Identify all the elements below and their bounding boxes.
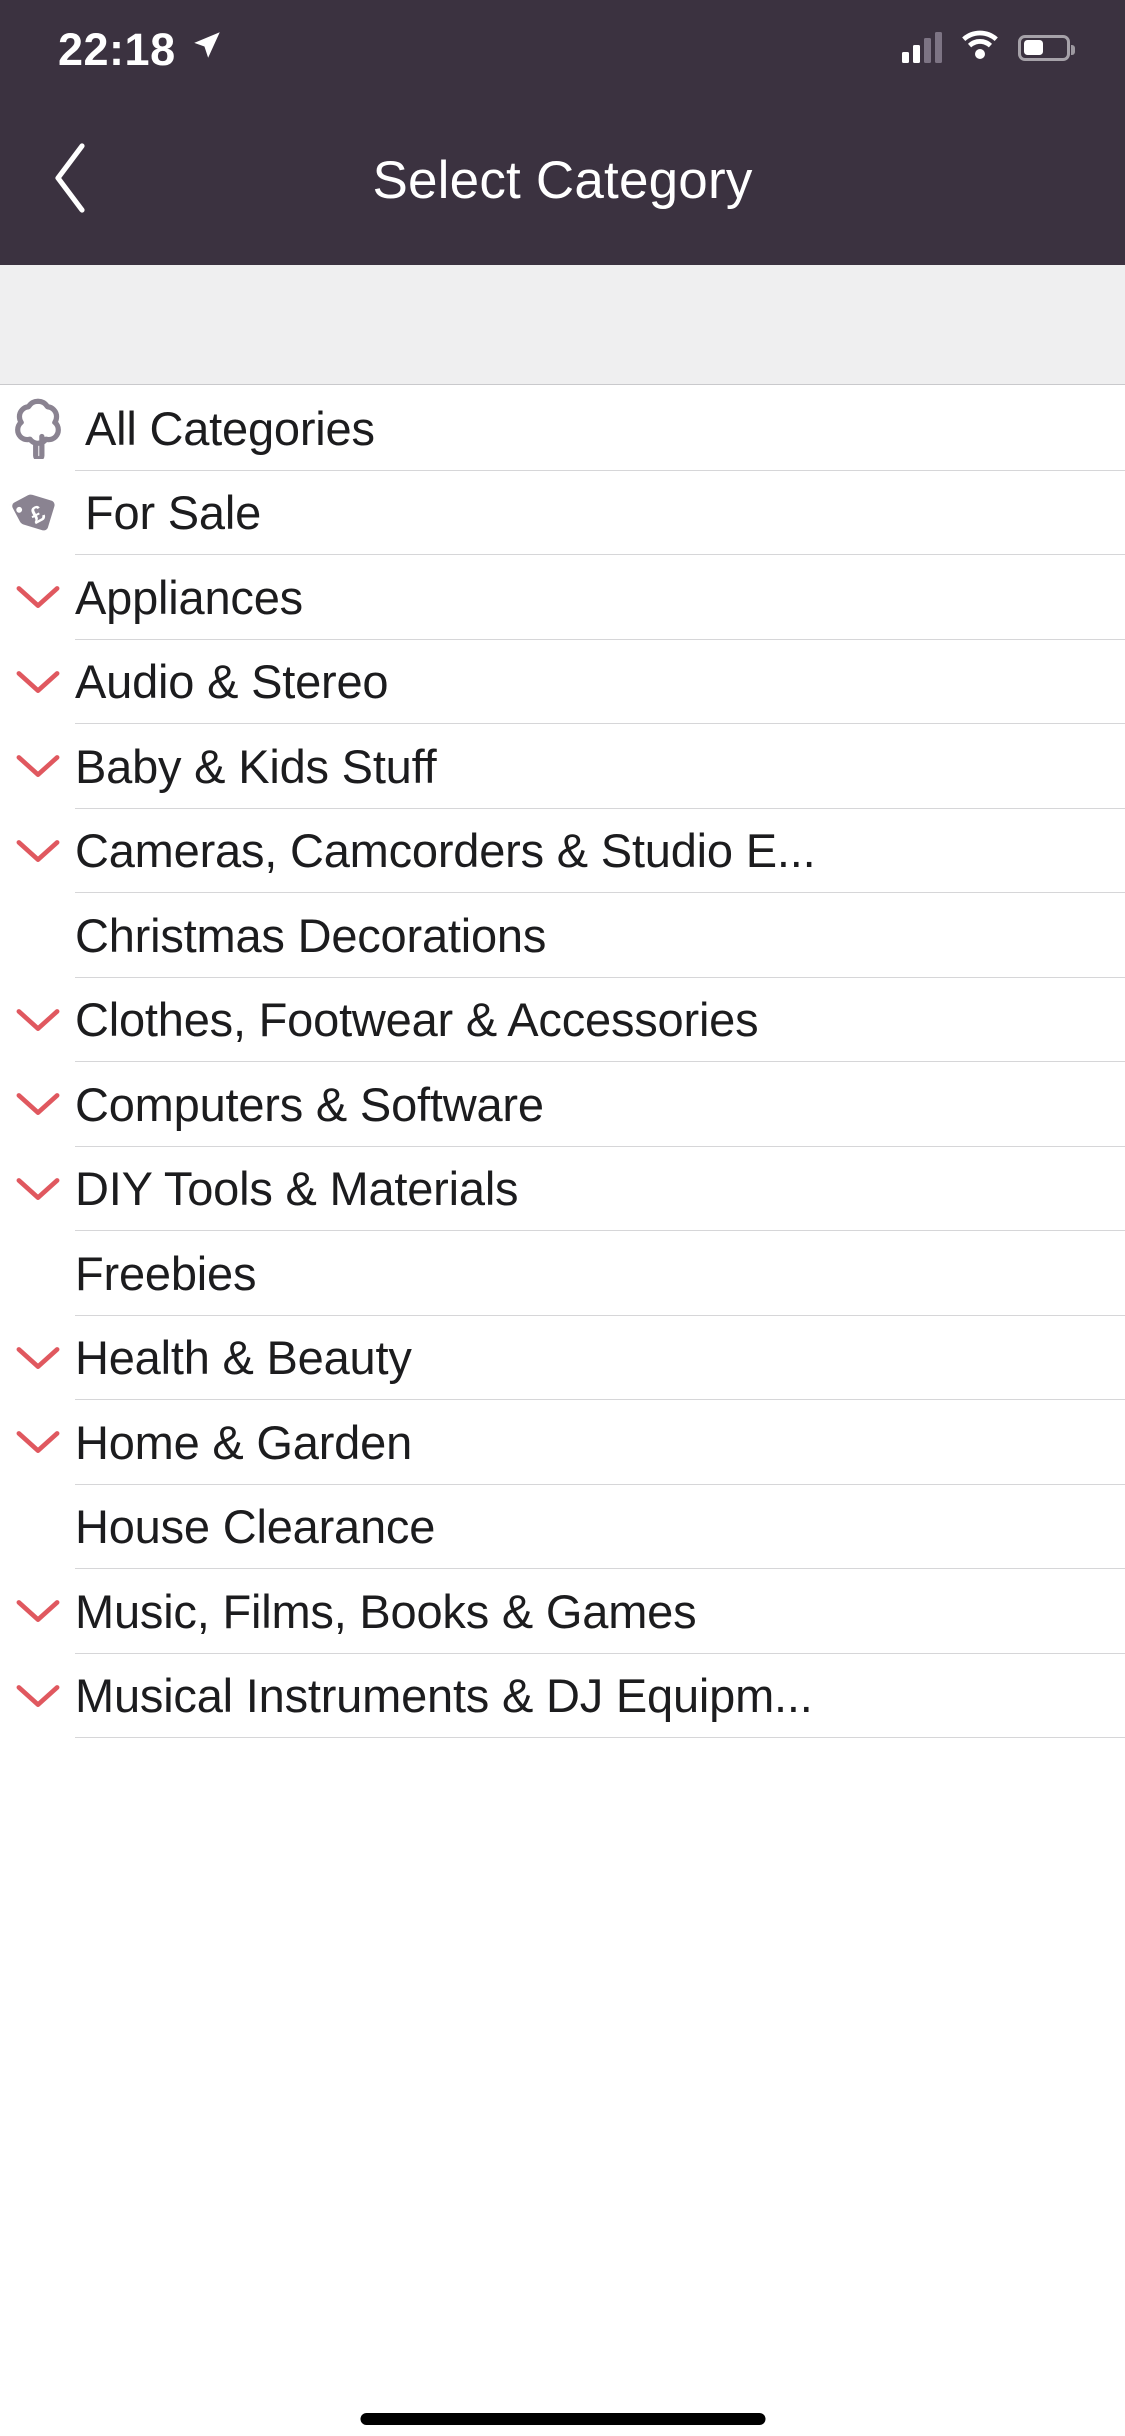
- list-item-all-categories[interactable]: All Categories: [0, 386, 1125, 471]
- chevron-down-icon[interactable]: [0, 1597, 75, 1625]
- wifi-icon: [960, 30, 1000, 65]
- chevron-down-icon[interactable]: [0, 1682, 75, 1710]
- page-title: Select Category: [372, 150, 753, 210]
- list-item-label: House Clearance: [75, 1500, 436, 1554]
- list-item-subcategory[interactable]: House Clearance: [0, 1484, 1125, 1569]
- list-item-label: Christmas Decorations: [75, 908, 547, 962]
- list-item-subcategory[interactable]: DIY Tools & Materials: [0, 1146, 1125, 1231]
- list-item-subcategory[interactable]: Music, Films, Books & Games: [0, 1569, 1125, 1654]
- list-item-label: Freebies: [75, 1246, 257, 1300]
- cellular-signal-icon: [902, 31, 942, 63]
- list-item-label: Home & Garden: [75, 1415, 413, 1469]
- chevron-down-icon[interactable]: [0, 1090, 75, 1118]
- back-button[interactable]: [0, 95, 140, 265]
- chevron-down-icon[interactable]: [0, 1175, 75, 1203]
- list-item-subcategory[interactable]: Computers & Software: [0, 1062, 1125, 1147]
- list-item-label: Computers & Software: [75, 1077, 544, 1131]
- home-indicator: [360, 2413, 765, 2425]
- row-separator: [75, 1737, 1125, 1738]
- chevron-down-icon[interactable]: [0, 837, 75, 865]
- location-arrow-icon: [190, 28, 224, 67]
- status-bar-left: 22:18: [58, 23, 224, 72]
- status-bar-right: [902, 30, 1075, 65]
- list-item-subcategory[interactable]: Baby & Kids Stuff: [0, 724, 1125, 809]
- list-item-label: Baby & Kids Stuff: [75, 739, 437, 793]
- status-bar: 22:18: [0, 0, 1125, 95]
- subcategory-list: Appliances Audio & Stereo Baby & Kids Stuf…: [0, 555, 1125, 1738]
- chevron-down-icon[interactable]: [0, 1344, 75, 1372]
- gumtree-tree-icon: [0, 397, 75, 460]
- list-item-subcategory[interactable]: Appliances: [0, 555, 1125, 640]
- list-item-label: Cameras, Camcorders & Studio E...: [75, 824, 816, 878]
- list-item-subcategory[interactable]: Musical Instruments & DJ Equipm...: [0, 1653, 1125, 1738]
- battery-icon: [1018, 34, 1075, 61]
- list-item-label: Health & Beauty: [75, 1331, 412, 1385]
- price-tag-pound-icon: £: [0, 482, 75, 544]
- chevron-left-icon: [50, 142, 90, 219]
- app-screen: 22:18 Select Category All Categories £ F…: [0, 0, 1125, 2436]
- category-list: All Categories £ For Sale Appliances Audi…: [0, 386, 1125, 1738]
- chevron-down-icon[interactable]: [0, 583, 75, 611]
- chevron-down-icon[interactable]: [0, 1006, 75, 1034]
- list-item-subcategory[interactable]: Clothes, Footwear & Accessories: [0, 977, 1125, 1062]
- list-item-label: Musical Instruments & DJ Equipm...: [75, 1669, 813, 1723]
- chevron-down-icon[interactable]: [0, 752, 75, 780]
- list-item-subcategory[interactable]: Freebies: [0, 1231, 1125, 1316]
- nav-bar: Select Category: [0, 95, 1125, 265]
- list-item-subcategory[interactable]: Cameras, Camcorders & Studio E...: [0, 808, 1125, 893]
- list-item-for-sale[interactable]: £ For Sale: [0, 470, 1125, 555]
- list-item-label: Music, Films, Books & Games: [75, 1584, 697, 1638]
- section-spacer: [0, 265, 1125, 385]
- list-item-label: All Categories: [85, 401, 375, 455]
- chevron-down-icon[interactable]: [0, 668, 75, 696]
- list-item-subcategory[interactable]: Health & Beauty: [0, 1315, 1125, 1400]
- list-item-label: For Sale: [85, 486, 262, 540]
- list-item-label: Appliances: [75, 570, 303, 624]
- list-item-label: Clothes, Footwear & Accessories: [75, 993, 759, 1047]
- list-item-subcategory[interactable]: Home & Garden: [0, 1400, 1125, 1485]
- status-clock: 22:18: [58, 24, 176, 75]
- list-item-subcategory[interactable]: Christmas Decorations: [0, 893, 1125, 978]
- chevron-down-icon[interactable]: [0, 1428, 75, 1456]
- list-item-label: DIY Tools & Materials: [75, 1162, 519, 1216]
- list-item-label: Audio & Stereo: [75, 655, 389, 709]
- app-header: 22:18 Select Category: [0, 0, 1125, 265]
- list-item-subcategory[interactable]: Audio & Stereo: [0, 639, 1125, 724]
